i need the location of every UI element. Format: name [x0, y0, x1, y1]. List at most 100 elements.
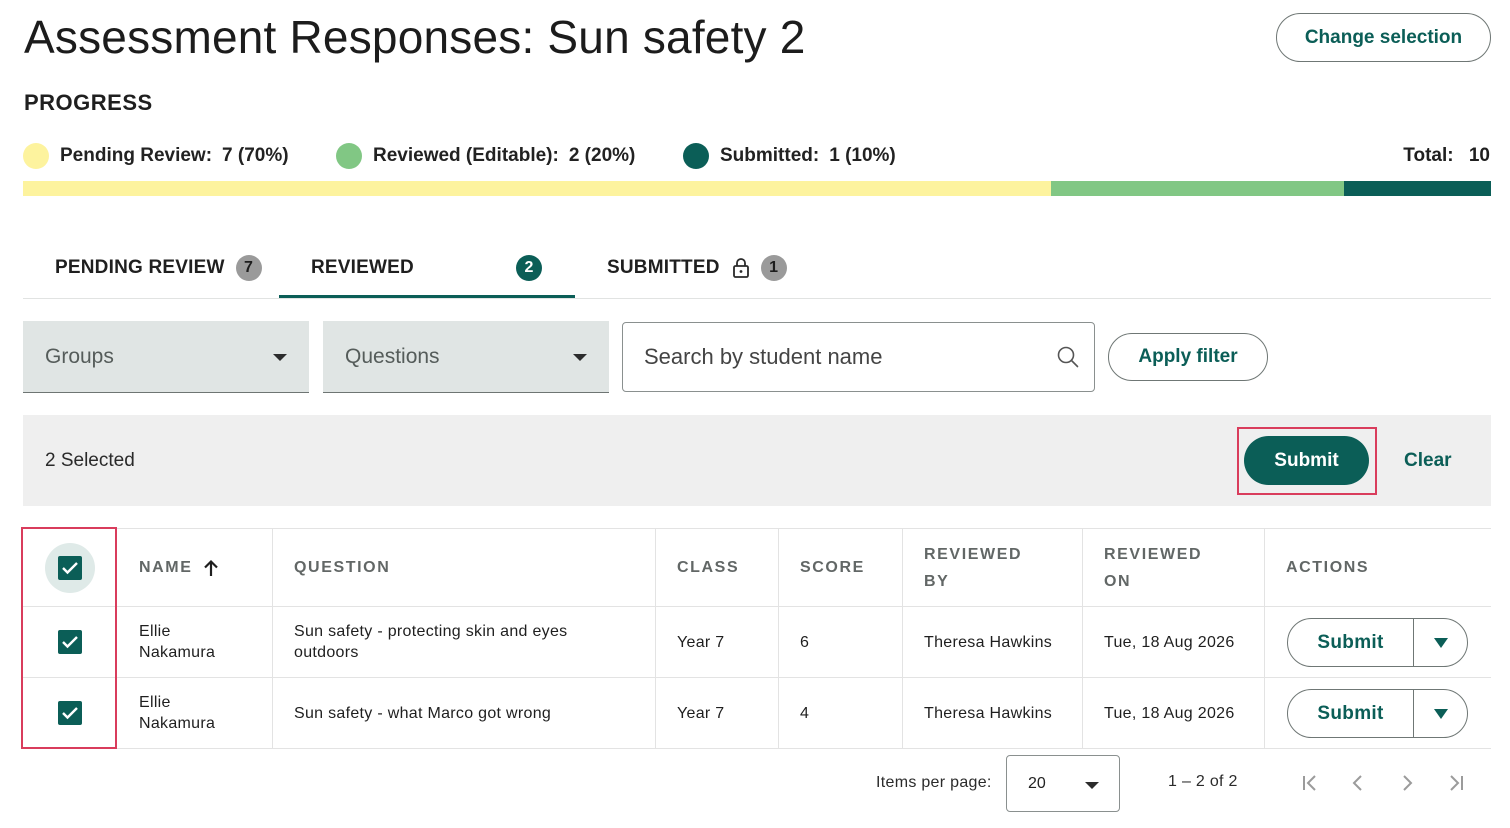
row-select-cell: [23, 678, 117, 748]
column-header-reviewed-by-line2: BY: [924, 572, 950, 590]
responses-table: NAME QUESTION CLASS SCORE REVIEWED BY RE…: [23, 528, 1491, 749]
legend-pending-value: 7 (70%): [222, 145, 289, 166]
total-label: Total:: [1403, 145, 1454, 166]
row-submit-button[interactable]: Submit: [1288, 690, 1414, 737]
sort-ascending-icon[interactable]: [203, 559, 219, 577]
first-page-icon[interactable]: [1298, 771, 1322, 795]
column-header-reviewed-on-line1: REVIEWED: [1104, 545, 1203, 563]
tab-pending-review-label: PENDING REVIEW: [55, 256, 225, 278]
select-all-cell: [23, 529, 117, 606]
student-first-name: Ellie: [139, 623, 171, 640]
row-select-cell: [23, 607, 117, 677]
pagination-range: 1 – 2 of 2: [1168, 773, 1238, 790]
table-row: Ellie Nakamura Sun safety - what Marco g…: [23, 678, 1491, 749]
column-header-reviewed-by: REVIEWED BY: [903, 529, 1083, 606]
items-per-page-caret-icon: [1085, 782, 1099, 789]
active-tab-indicator: [279, 295, 575, 298]
tab-reviewed[interactable]: REVIEWED 2: [311, 236, 575, 299]
last-page-icon[interactable]: [1444, 771, 1468, 795]
legend-reviewed: Reviewed (Editable): 2 (20%): [336, 143, 635, 169]
progress-total: Total: 10: [1403, 145, 1490, 167]
legend-reviewed-value: 2 (20%): [568, 145, 636, 166]
reviewed-on-cell: Tue, 18 Aug 2026: [1083, 678, 1265, 748]
column-header-name-label: NAME: [139, 559, 193, 576]
column-header-name[interactable]: NAME: [117, 529, 273, 606]
questions-select-label: Questions: [345, 344, 440, 368]
row-submit-split-button: Submit: [1287, 689, 1468, 738]
row-submit-dropdown[interactable]: [1414, 690, 1467, 737]
row-submit-dropdown[interactable]: [1414, 619, 1467, 666]
reviewed-by-cell: Theresa Hawkins: [903, 678, 1083, 748]
legend-submitted-value: 1 (10%): [829, 145, 896, 166]
column-header-actions: ACTIONS: [1286, 559, 1370, 576]
items-per-page-label: Items per page:: [876, 774, 992, 791]
search-input[interactable]: [644, 344, 1024, 370]
class-cell: Year 7: [656, 678, 779, 748]
questions-caret-icon: [573, 354, 587, 361]
column-header-reviewed-on: REVIEWED ON: [1083, 529, 1265, 606]
column-header-score: SCORE: [779, 529, 903, 606]
student-last-name: Nakamura: [139, 715, 216, 732]
reviewed-on-cell: Tue, 18 Aug 2026: [1083, 607, 1265, 677]
pending-dot-icon: [23, 143, 49, 169]
submitted-dot-icon: [683, 143, 709, 169]
column-header-reviewed-by-line1: REVIEWED: [924, 545, 1023, 563]
tab-submitted-label: SUBMITTED: [607, 256, 720, 278]
tab-reviewed-label: REVIEWED: [311, 256, 414, 278]
progress-bar: [23, 181, 1491, 196]
caret-down-icon: [1433, 637, 1448, 648]
next-page-icon[interactable]: [1395, 771, 1419, 795]
question-cell: Sun safety - what Marco got wrong: [273, 678, 656, 748]
bulk-submit-button[interactable]: Submit: [1244, 436, 1369, 485]
apply-filter-button[interactable]: Apply filter: [1108, 333, 1268, 381]
checkbox-checked-icon: [57, 555, 82, 580]
selected-count: 2 Selected: [45, 450, 135, 471]
score-cell: 4: [779, 678, 903, 748]
tab-pending-review-count: 7: [235, 254, 262, 281]
actions-cell: Submit: [1265, 678, 1491, 748]
legend-reviewed-label: Reviewed (Editable):: [373, 145, 559, 166]
legend-pending-label: Pending Review:: [60, 145, 213, 166]
tab-reviewed-count: 2: [516, 255, 542, 281]
progress-segment-submitted: [1344, 181, 1491, 196]
clear-selection-link[interactable]: Clear: [1404, 450, 1452, 472]
legend-submitted-label: Submitted:: [720, 145, 820, 166]
tab-pending-review[interactable]: PENDING REVIEW 7: [55, 236, 262, 299]
select-all-checkbox[interactable]: [44, 542, 95, 593]
caret-down-icon: [1433, 708, 1448, 719]
column-header-reviewed-on-line2: ON: [1104, 572, 1132, 590]
row-checkbox[interactable]: [57, 630, 82, 654]
class-cell: Year 7: [656, 607, 779, 677]
tab-bar: PENDING REVIEW 7 REVIEWED 2 SUBMITTED 1: [23, 236, 1491, 299]
row-submit-split-button: Submit: [1287, 618, 1468, 667]
row-submit-button[interactable]: Submit: [1288, 619, 1414, 666]
groups-select-label: Groups: [45, 344, 114, 368]
previous-page-icon[interactable]: [1346, 771, 1370, 795]
items-per-page-select[interactable]: 20: [1006, 755, 1120, 812]
student-name-cell: Ellie Nakamura: [117, 607, 273, 677]
items-per-page-value: 20: [1028, 774, 1046, 792]
change-selection-button[interactable]: Change selection: [1276, 13, 1491, 62]
groups-caret-icon: [273, 354, 287, 361]
question-text: Sun safety - protecting skin and eyes ou…: [294, 623, 568, 661]
progress-segment-pending: [23, 181, 1051, 196]
checkbox-checked-icon: [61, 707, 78, 720]
tab-submitted[interactable]: SUBMITTED 1: [607, 236, 787, 299]
search-icon[interactable]: [1056, 345, 1080, 375]
questions-select[interactable]: Questions: [323, 321, 609, 393]
actions-cell: Submit: [1265, 607, 1491, 677]
student-last-name: Nakamura: [139, 644, 216, 661]
total-value: 10: [1468, 145, 1490, 166]
reviewed-by-cell: Theresa Hawkins: [903, 607, 1083, 677]
lock-icon: [732, 257, 750, 279]
student-search-field: [622, 322, 1095, 392]
row-checkbox[interactable]: [57, 701, 82, 725]
table-header-row: NAME QUESTION CLASS SCORE REVIEWED BY RE…: [23, 529, 1491, 607]
score-cell: 6: [779, 607, 903, 677]
groups-select[interactable]: Groups: [23, 321, 309, 393]
tab-submitted-count: 1: [760, 254, 787, 281]
page-title: Assessment Responses: Sun safety 2: [24, 11, 806, 63]
legend-pending: Pending Review: 7 (70%): [23, 143, 289, 169]
progress-segment-reviewed: [1050, 181, 1345, 196]
selection-bar: 2 Selected Submit Clear: [23, 415, 1491, 506]
